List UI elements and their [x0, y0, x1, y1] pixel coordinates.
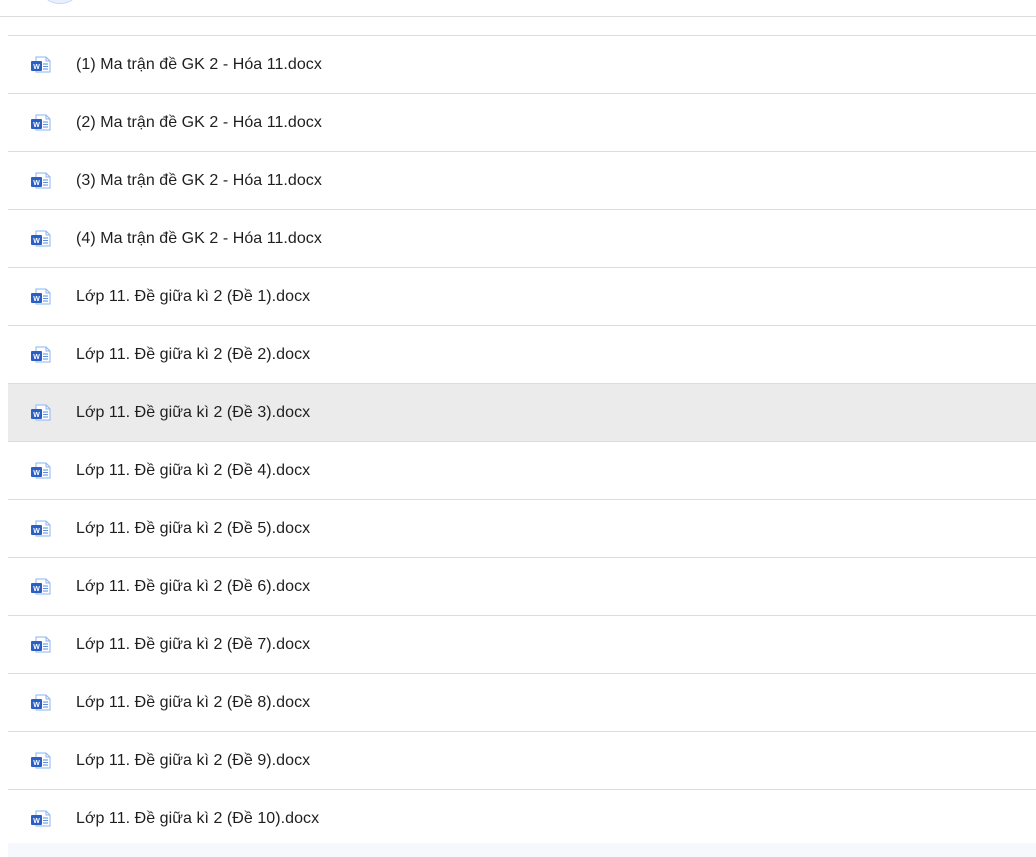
- svg-text:W: W: [33, 470, 40, 477]
- file-name: Lớp 11. Đề giữa kì 2 (Đề 7).docx: [76, 636, 311, 653]
- word-doc-icon: W: [31, 462, 51, 479]
- selected-row-edge: [8, 843, 1036, 857]
- svg-text:W: W: [33, 412, 40, 419]
- word-doc-icon: W: [31, 810, 51, 827]
- svg-text:W: W: [33, 528, 40, 535]
- word-doc-icon: W: [31, 404, 51, 421]
- file-name: (1) Ma trận đề GK 2 - Hóa 11.docx: [76, 56, 322, 73]
- file-name: Lớp 11. Đề giữa kì 2 (Đề 6).docx: [76, 578, 311, 595]
- word-doc-icon: W: [31, 636, 51, 653]
- file-browser-page: W (1) Ma trận đề GK 2 - Hóa 11.docx W (2…: [0, 0, 1036, 857]
- file-name: Lớp 11. Đề giữa kì 2 (Đề 10).docx: [76, 810, 320, 827]
- word-doc-icon: W: [31, 56, 51, 73]
- word-doc-icon: W: [31, 694, 51, 711]
- svg-text:W: W: [33, 354, 40, 361]
- file-name: Lớp 11. Đề giữa kì 2 (Đề 9).docx: [76, 752, 311, 769]
- file-row[interactable]: W Lớp 11. Đề giữa kì 2 (Đề 1).docx: [8, 268, 1036, 326]
- file-row[interactable]: W Lớp 11. Đề giữa kì 2 (Đề 6).docx: [8, 558, 1036, 616]
- svg-text:W: W: [33, 238, 40, 245]
- file-row[interactable]: W Lớp 11. Đề giữa kì 2 (Đề 10).docx: [8, 790, 1036, 848]
- file-name: Lớp 11. Đề giữa kì 2 (Đề 5).docx: [76, 520, 311, 537]
- file-name: (4) Ma trận đề GK 2 - Hóa 11.docx: [76, 230, 322, 247]
- file-row[interactable]: W (1) Ma trận đề GK 2 - Hóa 11.docx: [8, 36, 1036, 94]
- file-row[interactable]: W Lớp 11. Đề giữa kì 2 (Đề 9).docx: [8, 732, 1036, 790]
- word-doc-icon: W: [31, 346, 51, 363]
- word-doc-icon: W: [31, 288, 51, 305]
- svg-text:W: W: [33, 180, 40, 187]
- file-row[interactable]: W Lớp 11. Đề giữa kì 2 (Đề 5).docx: [8, 500, 1036, 558]
- svg-text:W: W: [33, 818, 40, 825]
- file-name: Lớp 11. Đề giữa kì 2 (Đề 3).docx: [76, 404, 311, 421]
- file-row[interactable]: W (2) Ma trận đề GK 2 - Hóa 11.docx: [8, 94, 1036, 152]
- svg-text:W: W: [33, 644, 40, 651]
- file-row[interactable]: W Lớp 11. Đề giữa kì 2 (Đề 7).docx: [8, 616, 1036, 674]
- svg-text:W: W: [33, 64, 40, 71]
- file-row[interactable]: W (4) Ma trận đề GK 2 - Hóa 11.docx: [8, 210, 1036, 268]
- svg-text:W: W: [33, 296, 40, 303]
- file-row[interactable]: W Lớp 11. Đề giữa kì 2 (Đề 3).docx: [8, 384, 1036, 442]
- word-doc-icon: W: [31, 114, 51, 131]
- word-doc-icon: W: [31, 520, 51, 537]
- word-doc-icon: W: [31, 172, 51, 189]
- word-doc-icon: W: [31, 752, 51, 769]
- file-name: Lớp 11. Đề giữa kì 2 (Đề 4).docx: [76, 462, 311, 479]
- file-row[interactable]: W (3) Ma trận đề GK 2 - Hóa 11.docx: [8, 152, 1036, 210]
- svg-text:W: W: [33, 122, 40, 129]
- file-name: (2) Ma trận đề GK 2 - Hóa 11.docx: [76, 114, 322, 131]
- word-doc-icon: W: [31, 578, 51, 595]
- file-name: Lớp 11. Đề giữa kì 2 (Đề 2).docx: [76, 346, 311, 363]
- svg-text:W: W: [33, 760, 40, 767]
- svg-text:W: W: [33, 702, 40, 709]
- word-doc-icon: W: [31, 230, 51, 247]
- file-name: (3) Ma trận đề GK 2 - Hóa 11.docx: [76, 172, 322, 189]
- file-name: Lớp 11. Đề giữa kì 2 (Đề 1).docx: [76, 288, 311, 305]
- list-header-strip: [0, 0, 1036, 17]
- svg-text:W: W: [33, 586, 40, 593]
- file-row[interactable]: W Lớp 11. Đề giữa kì 2 (Đề 2).docx: [8, 326, 1036, 384]
- file-row[interactable]: W Lớp 11. Đề giữa kì 2 (Đề 4).docx: [8, 442, 1036, 500]
- file-row[interactable]: W Lớp 11. Đề giữa kì 2 (Đề 8).docx: [8, 674, 1036, 732]
- file-name: Lớp 11. Đề giữa kì 2 (Đề 8).docx: [76, 694, 311, 711]
- file-list: W (1) Ma trận đề GK 2 - Hóa 11.docx W (2…: [8, 35, 1036, 848]
- partial-avatar[interactable]: [44, 0, 76, 4]
